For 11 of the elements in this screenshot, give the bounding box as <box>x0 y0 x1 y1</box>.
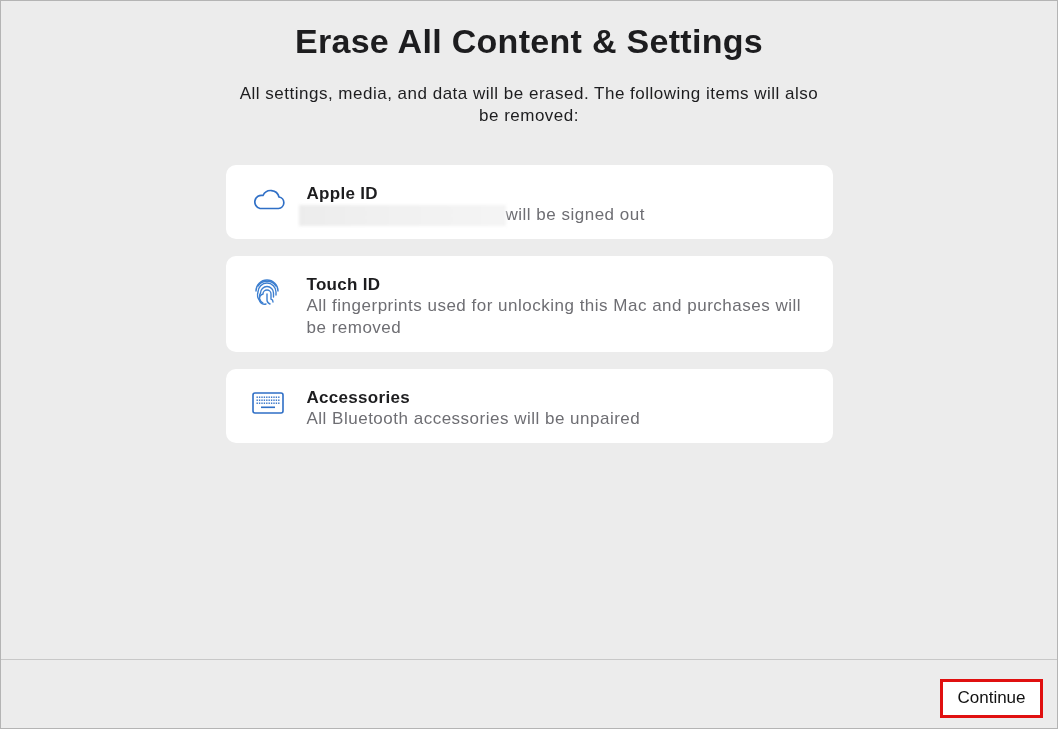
dialog-title: Erase All Content & Settings <box>294 21 764 61</box>
item-title: Touch ID <box>306 274 382 295</box>
item-description: All fingerprints used for unlocking this Mac and purchases will be removed <box>306 295 802 339</box>
continue-button[interactable]: Continue <box>940 678 1043 718</box>
item-description: All Bluetooth accessories will be unpaired <box>306 408 642 430</box>
item-title: Apple ID <box>306 183 379 204</box>
item-title: Accessories <box>306 387 411 408</box>
cloud-icon <box>251 187 286 210</box>
keyboard-icon <box>251 391 284 414</box>
item-description: will be signed out <box>505 204 645 226</box>
intro-text: All settings, media, and data will be erased. The following items will also be removed: <box>238 83 820 127</box>
